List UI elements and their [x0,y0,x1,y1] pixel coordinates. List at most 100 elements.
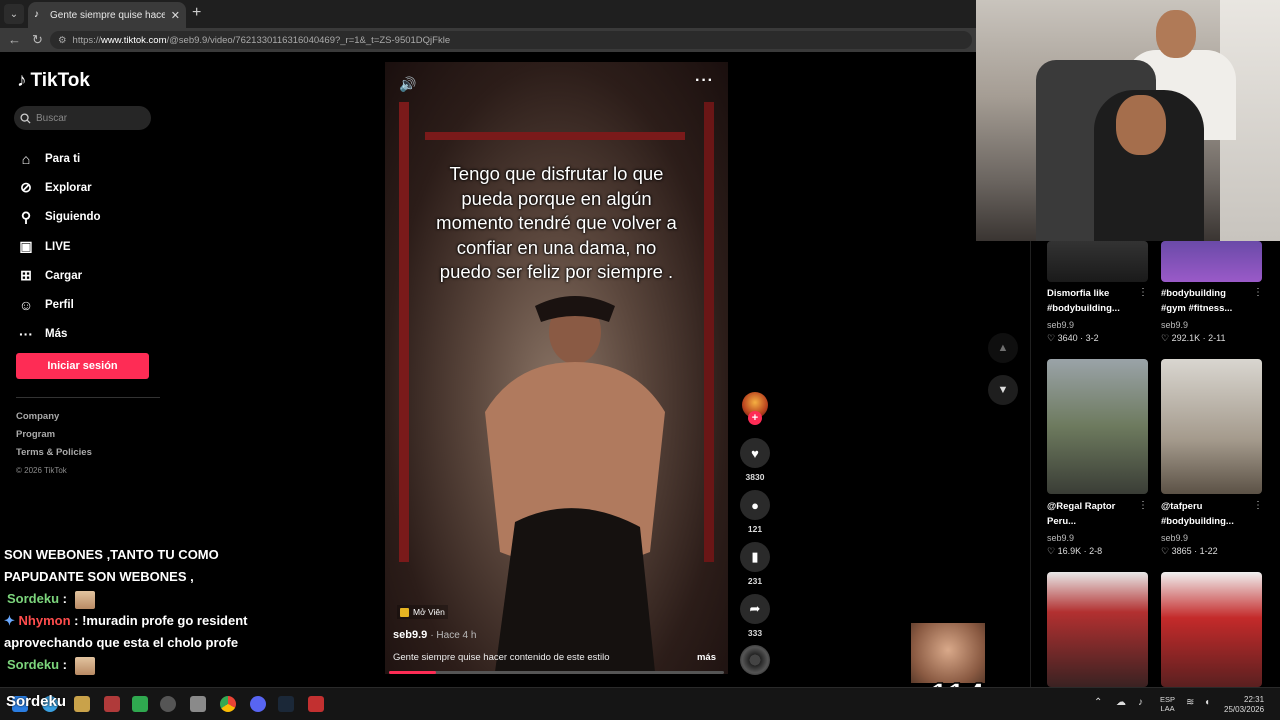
webcam-overlay [976,0,1280,241]
video-thumbnail[interactable] [1161,359,1262,494]
sidebar-item-cargar[interactable]: ⊞ Cargar [18,261,101,290]
tiktok-favicon-icon: ♪ [34,9,39,20]
item-menu-icon[interactable]: ⋮ [1138,287,1148,298]
chat-message: aprovechando que esta el cholo profe [4,635,239,650]
music-disc[interactable] [740,645,770,675]
clock-date: 25/03/2026 [1224,705,1265,714]
video-thumbnail[interactable] [1047,359,1148,494]
footer-link-terms[interactable]: Terms & Policies [16,444,92,462]
brand-name: TikTok [30,70,90,91]
comment-action[interactable]: ● 121 [738,490,772,534]
sidebar-item-mas[interactable]: ··· Más [18,320,101,349]
footer-link-company[interactable]: Company [16,408,92,426]
comment-count: 121 [747,524,763,534]
browser-tab[interactable]: ♪ Gente siempre quise hacer conten ✕ [28,2,186,28]
video-progress-fill [389,671,436,674]
close-tab-icon[interactable]: ✕ [171,9,180,22]
steam-icon[interactable] [278,696,294,712]
related-videos-grid: Dismorfia like #bodybuilding... ⋮ seb9.9 … [1030,241,1280,687]
video-thumbnail[interactable] [1047,572,1148,687]
video-subject-figure [485,296,665,672]
save-action[interactable]: ▮ 231 [738,542,772,586]
chat-username: Sordeku [7,657,60,672]
volume-icon[interactable]: 🔊 [399,76,416,93]
app-icon[interactable] [190,696,206,712]
meme-overlay-image [911,623,985,683]
live-icon: ▣ [19,238,33,255]
sidebar-item-siguiendo[interactable]: ⚲ Siguiendo [18,203,101,232]
description-more-link[interactable]: más [697,652,716,663]
feed-item-user[interactable]: seb9.9 [1161,533,1188,543]
sidebar-item-explorar[interactable]: ⊘ Explorar [18,173,101,202]
sidebar-item-live[interactable]: ▣ LIVE [18,232,101,261]
system-clock[interactable]: 22:31 25/03/2026 [1224,695,1264,715]
chat-username: Sordeku [7,591,60,606]
video-thumbnail[interactable] [1161,572,1262,687]
tiktok-sidebar: ♪ TikTok Buscar ⌂ Para ti ⊘ Explorar ⚲ Sigu… [0,52,170,532]
login-button[interactable]: Iniciar sesión [16,353,149,379]
sidebar-item-perfil[interactable]: ☺ Perfil [18,290,101,319]
more-options-icon[interactable]: ··· [695,72,714,90]
title-line: #gym #fitness... [1161,303,1233,314]
chrome-icon[interactable] [220,696,236,712]
network-icon[interactable]: ☁ [1116,697,1126,708]
share-count: 333 [747,628,763,638]
feed-item-user[interactable]: seb9.9 [1161,320,1188,330]
mic-icon[interactable]: ♪ [1138,697,1143,708]
clock-time: 22:31 [1244,695,1265,704]
tab-list-button[interactable]: ⌄ [4,4,24,24]
app-icon[interactable] [104,696,120,712]
reload-icon[interactable]: ↻ [32,32,43,48]
next-video-button[interactable]: ▼ [988,375,1018,405]
sidebar-item-para-ti[interactable]: ⌂ Para ti [18,144,101,173]
app-icon[interactable] [308,696,324,712]
following-icon: ⚲ [20,208,32,225]
item-menu-icon[interactable]: ⋮ [1138,500,1148,511]
caption-line: momento tendré que volver a [436,212,677,233]
video-scenery [425,132,685,140]
video-caption: Tengo que disfrutar lo que pueda porque … [405,162,708,285]
title-line: Peru... [1047,516,1077,527]
effect-badge[interactable]: Mở Viên [397,605,448,619]
tray-expand-icon[interactable]: ⌃ [1094,697,1102,708]
share-action[interactable]: ➦ 333 [738,594,772,638]
new-tab-button[interactable]: + [192,4,201,22]
video-player[interactable]: Tengo que disfrutar lo que pueda porque … [385,62,728,674]
follow-plus-icon[interactable]: + [748,411,762,425]
screen: ⌄ ♪ Gente siempre quise hacer conten ✕ +… [0,0,1280,720]
item-menu-icon[interactable]: ⋮ [1253,287,1263,298]
tiktok-logo[interactable]: ♪ TikTok [17,70,90,92]
compass-icon: ⊘ [20,179,32,196]
sidebar-item-label: Más [45,328,68,341]
webcam-person [1156,10,1196,58]
back-icon[interactable]: ← [8,32,21,47]
volume-icon[interactable]: ◖ [1204,697,1210,708]
video-thumbnail[interactable] [1047,241,1148,282]
author-name: seb9.9 [393,629,428,641]
like-count: 3640 [1057,333,1078,343]
like-action[interactable]: ♥ 3830 [738,438,772,482]
item-menu-icon[interactable]: ⋮ [1253,500,1263,511]
chat-overlay-username: Sordeku [6,693,67,710]
footer-link-program[interactable]: Program [16,426,92,444]
video-author[interactable]: seb9.9 · Hace 4 h [393,629,476,641]
feed-item-user[interactable]: seb9.9 [1047,320,1074,330]
discord-icon[interactable] [250,696,266,712]
search-input[interactable]: Buscar [14,106,151,130]
video-progress-bar[interactable] [389,671,724,674]
taskbar: Sordeku ⌃ ☁ ♪ ESP LAA ≋ ◖ 22:31 25/03/2026 [0,687,1280,720]
app-icon[interactable] [74,696,90,712]
site-info-icon[interactable]: ⚙ [58,35,67,46]
like-count: 292.1K [1171,333,1201,343]
feed-item-user[interactable]: seb9.9 [1047,533,1074,543]
video-thumbnail[interactable] [1161,241,1262,282]
chat-message: Sordeku : [4,654,304,676]
app-icon[interactable] [132,696,148,712]
language-indicator[interactable]: ESP LAA [1160,695,1175,713]
app-icon[interactable] [160,696,176,712]
url-field[interactable]: ⚙ https://www.tiktok.com/@seb9.9/video/7… [50,31,972,49]
wifi-icon[interactable]: ≋ [1186,697,1194,708]
url-domain: www.tiktok.com [101,34,167,46]
home-icon: ⌂ [21,150,31,167]
previous-video-button[interactable]: ▲ [988,333,1018,363]
